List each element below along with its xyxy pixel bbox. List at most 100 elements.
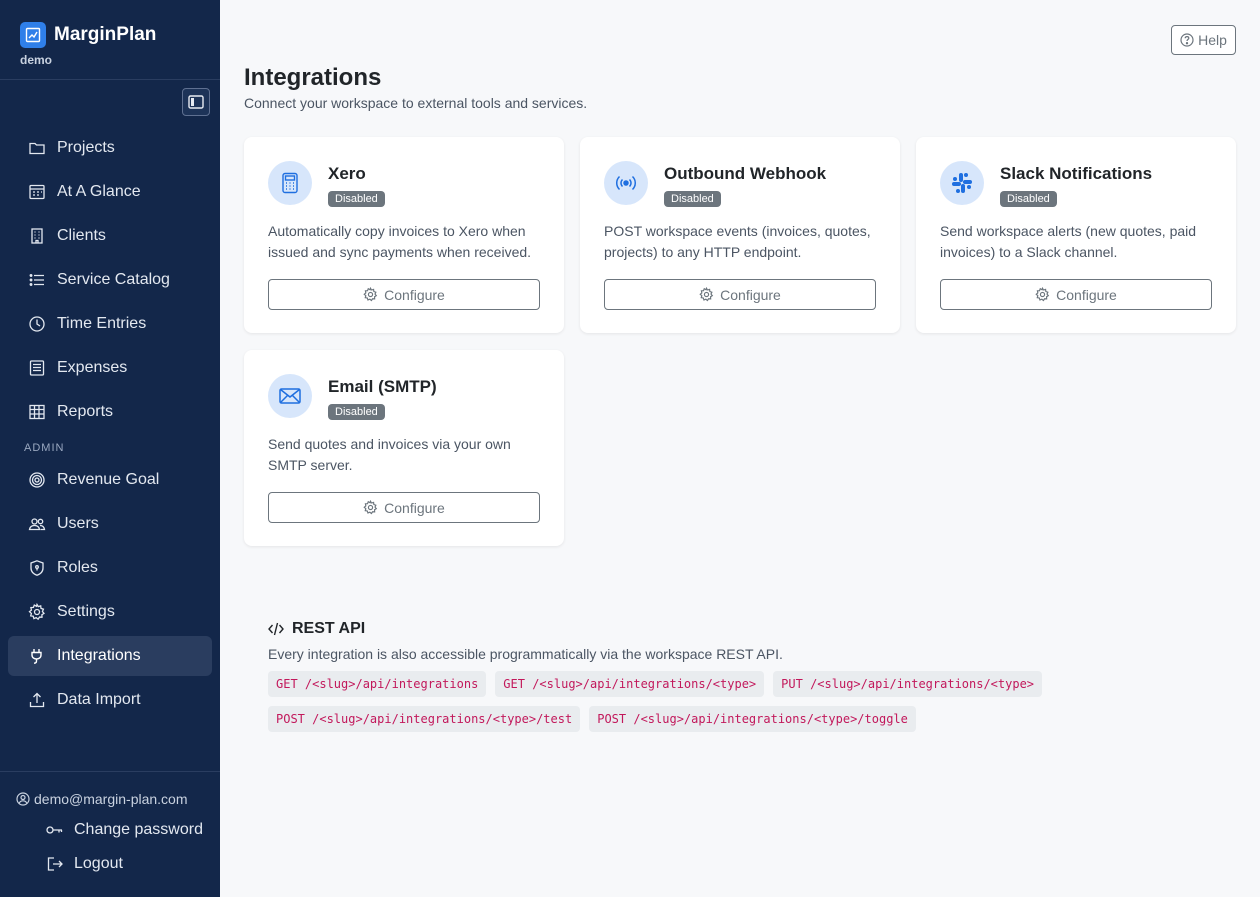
endpoint-list: GET /<slug>/api/integrations GET /<slug>… — [268, 671, 1068, 741]
configure-label: Configure — [384, 286, 445, 303]
user-info: demo@margin-plan.com — [0, 791, 220, 807]
integration-title: Xero — [328, 164, 366, 183]
gear-icon — [28, 603, 45, 621]
integration-description: Automatically copy invoices to Xero when… — [268, 223, 532, 260]
integration-card-slack: Slack Notifications Disabled Send worksp… — [916, 137, 1236, 333]
change-password-label: Change password — [74, 821, 203, 838]
sidebar-item-label: Reports — [57, 403, 114, 420]
sidebar-item-label: Expenses — [57, 359, 128, 376]
upload-icon — [29, 692, 45, 708]
status-badge: Disabled — [328, 404, 385, 420]
sidebar-item-service-catalog[interactable]: Service Catalog — [8, 260, 212, 300]
rest-api-description: Every integration is also accessible pro… — [268, 646, 783, 662]
sidebar-item-integrations[interactable]: Integrations — [8, 636, 212, 676]
sidebar-toggle-icon — [188, 95, 204, 109]
integration-card-webhook: Outbound Webhook Disabled POST workspace… — [580, 137, 900, 333]
sidebar-item-projects[interactable]: Projects — [8, 128, 212, 168]
configure-button-slack[interactable]: Configure — [940, 279, 1212, 310]
sidebar-item-clients[interactable]: Clients — [8, 216, 212, 256]
building-icon — [31, 228, 43, 244]
slack-icon — [940, 161, 984, 205]
rest-api-section: REST API Every integration is also acces… — [268, 620, 1168, 741]
logout-link[interactable]: Logout — [0, 847, 220, 881]
sidebar-item-label: Users — [57, 515, 99, 532]
sidebar-item-label: Revenue Goal — [57, 471, 160, 488]
clock-icon — [29, 316, 45, 332]
target-icon — [29, 472, 45, 488]
brand-name[interactable]: MarginPlan — [54, 24, 156, 46]
sidebar-item-label: Data Import — [57, 691, 141, 708]
user-circle-icon — [16, 792, 30, 806]
page-subtitle: Connect your workspace to external tools… — [244, 95, 588, 111]
sidebar-item-label: Service Catalog — [57, 271, 170, 288]
question-circle-icon — [1180, 33, 1194, 47]
endpoint-chip: POST /<slug>/api/integrations/<type>/tog… — [589, 706, 916, 732]
endpoint-chip: POST /<slug>/api/integrations/<type>/tes… — [268, 706, 581, 732]
help-label: Help — [1198, 32, 1227, 48]
integration-card-xero: Xero Disabled Automatically copy invoice… — [244, 137, 564, 333]
key-icon — [46, 826, 63, 834]
configure-label: Configure — [720, 286, 781, 303]
integration-description: Send workspace alerts (new quotes, paid … — [940, 223, 1197, 260]
gear-icon — [1035, 287, 1050, 302]
integration-title: Outbound Webhook — [664, 164, 827, 183]
page-title: Integrations — [244, 64, 382, 91]
logout-icon — [47, 857, 63, 871]
sidebar-item-label: At A Glance — [57, 183, 141, 200]
folder-icon — [29, 142, 45, 155]
status-badge: Disabled — [328, 191, 385, 207]
sidebar-item-reports[interactable]: Reports — [8, 392, 212, 432]
sidebar-item-settings[interactable]: Settings — [8, 592, 212, 632]
integration-title: Email (SMTP) — [328, 377, 437, 396]
code-slash-icon — [268, 622, 284, 636]
logout-label: Logout — [74, 855, 123, 872]
workspace-name: demo — [20, 53, 53, 67]
sidebar-item-data-import[interactable]: Data Import — [8, 680, 212, 720]
endpoint-chip: PUT /<slug>/api/integrations/<type> — [773, 671, 1043, 697]
broadcast-icon — [604, 161, 648, 205]
people-icon — [28, 518, 46, 531]
help-button[interactable]: Help — [1171, 25, 1236, 55]
endpoint-chip: GET /<slug>/api/integrations/<type> — [495, 671, 765, 697]
sidebar-item-time-entries[interactable]: Time Entries — [8, 304, 212, 344]
chart-line-icon — [20, 22, 46, 48]
endpoint-chip: GET /<slug>/api/integrations — [268, 671, 487, 697]
sidebar-item-label: Settings — [57, 603, 115, 620]
change-password-link[interactable]: Change password — [0, 813, 220, 847]
admin-section-label: ADMIN — [24, 442, 65, 454]
sidebar-toggle-button[interactable] — [182, 88, 210, 116]
sidebar-item-label: Integrations — [57, 647, 141, 664]
configure-label: Configure — [384, 499, 445, 516]
brand: MarginPlan demo — [0, 0, 220, 80]
user-email: demo@margin-plan.com — [34, 791, 188, 807]
configure-button-email[interactable]: Configure — [268, 492, 540, 523]
sidebar: MarginPlan demo Projects At A Glance Cli… — [0, 0, 220, 897]
sidebar-item-label: Time Entries — [57, 315, 147, 332]
receipt-icon — [29, 360, 45, 376]
configure-label: Configure — [1056, 286, 1117, 303]
integration-description: Send quotes and invoices via your own SM… — [268, 436, 511, 473]
sidebar-item-label: Roles — [57, 559, 98, 576]
sidebar-item-at-a-glance[interactable]: At A Glance — [8, 172, 212, 212]
configure-button-webhook[interactable]: Configure — [604, 279, 876, 310]
sidebar-item-expenses[interactable]: Expenses — [8, 348, 212, 388]
sidebar-item-label: Clients — [57, 227, 106, 244]
table-icon — [29, 404, 45, 420]
integration-card-email: Email (SMTP) Disabled Send quotes and in… — [244, 350, 564, 546]
integration-title: Slack Notifications — [1000, 164, 1153, 183]
sidebar-item-users[interactable]: Users — [8, 504, 212, 544]
calculator-icon — [268, 161, 312, 205]
integration-description: POST workspace events (invoices, quotes,… — [604, 223, 871, 260]
sidebar-nav: Projects At A Glance Clients Service Cat… — [8, 128, 212, 724]
sidebar-item-roles[interactable]: Roles — [8, 548, 212, 588]
sidebar-footer: demo@margin-plan.com Change password Log… — [0, 771, 220, 881]
status-badge: Disabled — [1000, 191, 1057, 207]
plug-icon — [31, 649, 42, 664]
list-icon — [29, 274, 44, 286]
sidebar-item-revenue-goal[interactable]: Revenue Goal — [8, 460, 212, 500]
configure-button-xero[interactable]: Configure — [268, 279, 540, 310]
gear-icon — [363, 287, 378, 302]
gear-icon — [699, 287, 714, 302]
gear-icon — [363, 500, 378, 515]
shield-lock-icon — [30, 560, 44, 576]
